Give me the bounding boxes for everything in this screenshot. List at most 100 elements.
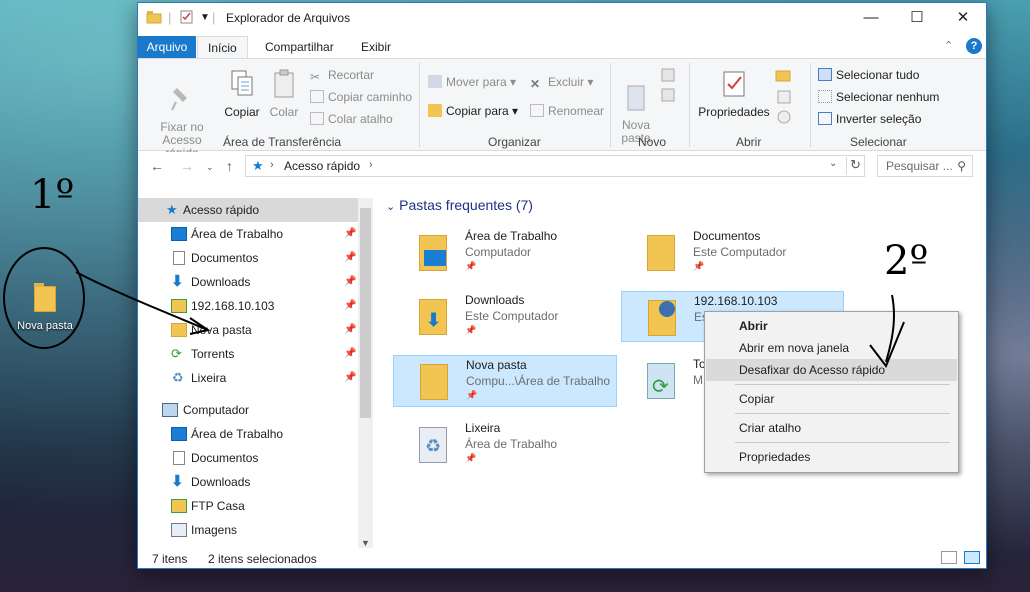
chevron-up-icon[interactable]: ⌃: [944, 39, 953, 52]
select-all-icon: [818, 68, 832, 81]
delete-icon: ✕: [530, 77, 541, 91]
forward-arrow-icon[interactable]: →: [180, 158, 194, 174]
new-item-icon[interactable]: [660, 67, 684, 107]
folder-icon: [34, 283, 56, 312]
copy-path-label: Copiar caminho: [328, 90, 413, 104]
tile-recycle-bin[interactable]: ♻ Lixeira Área de Trabalho 📌: [393, 419, 617, 471]
rename-button[interactable]: Renomear: [530, 102, 604, 120]
close-button[interactable]: ✕: [940, 3, 986, 33]
paste-button[interactable]: Colar: [266, 69, 302, 119]
rename-label: Renomear: [548, 104, 605, 118]
paste-shortcut-icon: [310, 112, 324, 125]
scroll-down-icon[interactable]: ▼: [361, 538, 370, 548]
paste-shortcut-button[interactable]: Colar atalho: [310, 110, 393, 128]
tile-nova-pasta[interactable]: Nova pasta Compu...\Área de Trabalho 📌: [393, 355, 617, 407]
menu-item-open-new-window[interactable]: Abrir em nova janela: [706, 337, 957, 359]
nav-label: Computador: [183, 403, 250, 417]
pin-quick-access-button[interactable]: Fixar no Acesso rápido: [148, 71, 216, 160]
refresh-icon[interactable]: ↻: [846, 157, 864, 175]
menu-item-unpin-quick-access[interactable]: Desafixar do Acesso rápido: [706, 359, 957, 381]
properties-button[interactable]: Propriedades: [698, 69, 770, 119]
desktop-folder-icon[interactable]: Nova pasta: [14, 283, 76, 332]
help-icon[interactable]: ?: [966, 38, 982, 54]
tiles-view-icon[interactable]: [964, 551, 980, 564]
nav-label: Acesso rápido: [183, 203, 260, 217]
computer-icon: [162, 403, 178, 417]
tab-inicio[interactable]: Início: [197, 36, 248, 58]
nav-item-downloads[interactable]: ⬇ Downloads 📌: [138, 270, 358, 294]
nav-item-nova-pasta[interactable]: Nova pasta 📌: [138, 318, 358, 342]
pin-icon[interactable]: 📌: [344, 246, 356, 270]
nav-item-documents[interactable]: Documentos 📌: [138, 246, 358, 270]
menu-separator: [735, 384, 950, 385]
nav-item-documents[interactable]: Documentos: [138, 446, 358, 470]
details-view-icon[interactable]: [941, 551, 957, 564]
pin-icon[interactable]: 📌: [344, 342, 356, 366]
pin-icon[interactable]: 📌: [344, 294, 356, 318]
tile-desktop[interactable]: Área de Trabalho Computador 📌: [393, 227, 617, 279]
nav-item-recycle-bin[interactable]: ♻ Lixeira 📌: [138, 366, 358, 390]
new-folder-button[interactable]: Nova pasta: [616, 69, 656, 145]
copy-path-button[interactable]: Copiar caminho: [310, 88, 412, 106]
properties-icon[interactable]: [180, 10, 194, 24]
address-field[interactable]: ★ › Acesso rápido › ⌄ ↻: [245, 155, 865, 177]
up-arrow-icon[interactable]: ↑: [226, 158, 233, 174]
search-input[interactable]: Pesquisar ... ⚲: [877, 155, 973, 177]
nav-item-desktop[interactable]: Área de Trabalho: [138, 422, 358, 446]
copy-to-label: Copiar para: [446, 104, 509, 118]
address-path: Acesso rápido: [284, 159, 361, 173]
back-arrow-icon[interactable]: ←: [150, 158, 164, 174]
open-icons[interactable]: [774, 67, 800, 127]
select-all-button[interactable]: Selecionar tudo: [818, 66, 919, 84]
tile-documents[interactable]: Documentos Este Computador 📌: [621, 227, 845, 279]
pin-icon[interactable]: 📌: [344, 222, 356, 246]
minimize-button[interactable]: —: [848, 3, 894, 33]
network-folder-icon: [171, 499, 187, 513]
group-header[interactable]: ⌄ Pastas frequentes (7): [386, 197, 533, 213]
tab-arquivo[interactable]: Arquivo: [138, 36, 196, 58]
copy-button[interactable]: Copiar: [222, 69, 262, 119]
chevron-down-icon[interactable]: ⌄: [829, 158, 837, 169]
menu-item-copy[interactable]: Copiar: [706, 388, 957, 410]
nav-item-desktop[interactable]: Área de Trabalho 📌: [138, 222, 358, 246]
tab-exibir[interactable]: Exibir: [351, 36, 401, 58]
scrollbar-thumb[interactable]: [360, 208, 371, 418]
menu-item-properties[interactable]: Propriedades: [706, 446, 957, 468]
maximize-button[interactable]: ☐: [894, 3, 940, 33]
tile-downloads[interactable]: ⬇ Downloads Este Computador 📌: [393, 291, 617, 343]
nav-item-network-share[interactable]: 192.168.10.103 📌: [138, 294, 358, 318]
nav-item-ftp[interactable]: FTP Casa: [138, 494, 358, 518]
search-placeholder: Pesquisar ...: [886, 159, 953, 173]
nav-label: Downloads: [191, 475, 251, 489]
copy-to-button[interactable]: Copiar para ▾: [428, 102, 518, 120]
invert-selection-button[interactable]: Inverter seleção: [818, 110, 921, 128]
pin-icon[interactable]: 📌: [344, 366, 356, 390]
cut-label: Recortar: [328, 68, 375, 82]
folder-icon: [428, 104, 442, 117]
select-none-icon: [818, 90, 832, 103]
menu-item-create-shortcut[interactable]: Criar atalho: [706, 417, 957, 439]
move-to-button[interactable]: Mover para ▾: [428, 73, 516, 91]
paste-label: Colar: [269, 105, 299, 119]
nav-item-images[interactable]: Imagens: [138, 518, 358, 542]
nav-quick-access[interactable]: ★ Acesso rápido: [138, 198, 358, 222]
delete-button[interactable]: ✕ Excluir ▾: [530, 73, 593, 91]
select-none-button[interactable]: Selecionar nenhum: [818, 88, 939, 106]
nav-scrollbar[interactable]: ▼: [358, 198, 373, 548]
pin-icon: 📌: [465, 261, 477, 271]
menu-item-open[interactable]: Abrir: [706, 315, 957, 337]
desktop-icon: [171, 427, 187, 441]
group-label-open: Abrir: [736, 135, 762, 149]
tab-compartilhar[interactable]: Compartilhar: [255, 36, 344, 58]
group-label-organize: Organizar: [488, 135, 541, 149]
tile-name: Lixeira: [465, 421, 501, 435]
group-header-label: Pastas frequentes (7): [399, 197, 533, 213]
nav-computer[interactable]: Computador: [138, 398, 358, 422]
nav-item-downloads[interactable]: ⬇ Downloads: [138, 470, 358, 494]
pin-icon[interactable]: 📌: [344, 318, 356, 342]
recent-chevron-icon[interactable]: ⌄: [206, 162, 214, 173]
pin-icon[interactable]: 📌: [344, 270, 356, 294]
nav-item-torrents[interactable]: ⟳ Torrents 📌: [138, 342, 358, 366]
cut-button[interactable]: ✂ Recortar: [310, 66, 374, 84]
chevron-down-icon[interactable]: ▼: [200, 12, 210, 23]
